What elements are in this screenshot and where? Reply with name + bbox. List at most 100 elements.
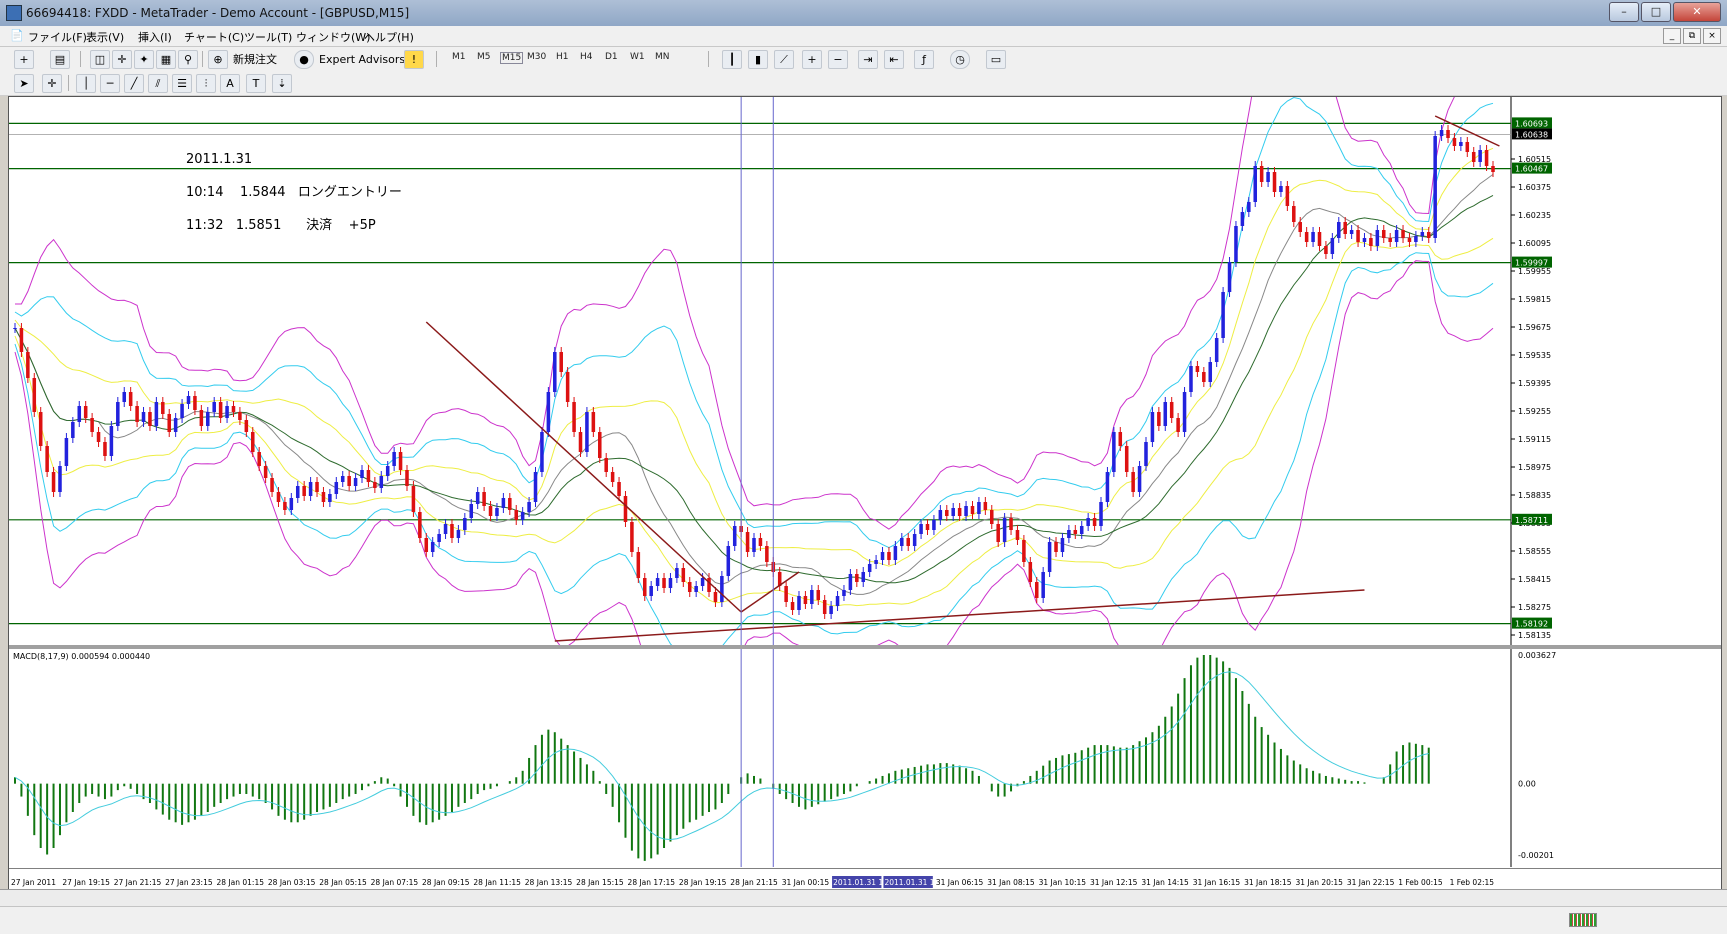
minimize-button[interactable]: – — [1609, 2, 1639, 22]
macd-pane[interactable]: MACD(8,17,9) 0.000594 0.000440 0.003627 0.… — [9, 649, 1721, 867]
timeframe-w1[interactable]: W1 — [630, 52, 645, 62]
candle-body — [623, 496, 628, 522]
templates-icon[interactable]: ▭ — [986, 50, 1006, 69]
market-watch-icon[interactable]: ◫ — [90, 50, 110, 69]
expert-advisors-button[interactable]: Expert Advisors — [314, 50, 410, 69]
chart-window[interactable]: 1.60515 1.60375 1.60235 1.60095 1.59955 1.598… — [8, 96, 1722, 895]
trendline-icon[interactable]: ╱ — [124, 74, 144, 93]
timeframe-m30[interactable]: M30 — [527, 52, 546, 62]
auto-scroll-icon[interactable]: ⇥ — [858, 50, 878, 69]
candle-body — [154, 402, 159, 426]
level-tag-label: 1.59997 — [1515, 259, 1548, 268]
fibonacci-icon[interactable]: ☰ — [172, 74, 192, 93]
candle-body — [572, 402, 576, 432]
mdi-minimize-button[interactable]: _ — [1663, 28, 1681, 44]
time-tick-label: 28 Jan 09:15 — [422, 878, 470, 887]
candle-body — [546, 392, 551, 432]
candle-body — [945, 510, 949, 516]
candle-body — [180, 404, 184, 418]
cursor-icon[interactable]: ➤ — [14, 74, 34, 93]
candle-body — [495, 508, 499, 516]
candle-body — [148, 412, 152, 426]
price-tick-label: 1.59255 — [1518, 407, 1551, 416]
candle-body — [1202, 372, 1206, 382]
menu-window[interactable]: ウィンドウ(W) — [296, 29, 370, 45]
price-tick-label: 1.58835 — [1518, 491, 1551, 500]
time-tick-label: 31 Jan 22:15 — [1347, 878, 1395, 887]
menu-file[interactable]: ファイル(F) — [28, 29, 87, 45]
candle-body — [64, 438, 69, 466]
candle-body — [964, 506, 968, 516]
candle-body — [1478, 150, 1482, 162]
mdi-restore-button[interactable]: ⧉ — [1683, 28, 1701, 44]
candle-body — [244, 420, 249, 432]
menu-view[interactable]: 表示(V) — [86, 29, 124, 45]
data-window-icon[interactable]: ✛ — [112, 50, 132, 69]
text-tool-icon[interactable]: A — [220, 74, 240, 93]
line-chart-icon[interactable]: ⟋ — [774, 50, 794, 69]
maximize-button[interactable]: □ — [1641, 2, 1671, 22]
candle-body — [167, 414, 171, 432]
bar-chart-icon[interactable]: ┃ — [722, 50, 742, 69]
menu-insert[interactable]: 挿入(I) — [138, 29, 172, 45]
equidistant-channel-icon[interactable]: ⫽ — [148, 74, 168, 93]
candle-body — [161, 402, 165, 414]
warning-icon[interactable]: ! — [404, 50, 424, 69]
metatrader-app-icon — [6, 5, 22, 21]
candle-body — [1459, 142, 1463, 146]
candle-body — [1054, 542, 1058, 552]
menu-tools[interactable]: ツール(T) — [244, 29, 292, 45]
menu-chart[interactable]: チャート(C) — [184, 29, 244, 45]
candle-body — [803, 596, 808, 604]
indicators-icon[interactable]: ƒ — [914, 50, 934, 69]
terminal-icon[interactable]: ▦ — [156, 50, 176, 69]
candle-body — [302, 486, 306, 496]
crosshair-icon[interactable]: ✛ — [42, 74, 62, 93]
moving-average-green — [14, 194, 1494, 584]
candle-body — [520, 512, 525, 520]
timeframe-h4[interactable]: H4 — [580, 52, 593, 62]
expert-advisors-icon[interactable]: ● — [294, 50, 314, 69]
profiles-icon[interactable]: ▤ — [50, 50, 70, 69]
timeframe-m1[interactable]: M1 — [452, 52, 466, 62]
new-order-icon[interactable]: ⊕ — [208, 50, 228, 69]
candle-body — [925, 524, 930, 530]
candle-body — [630, 522, 634, 552]
chart-shift-icon[interactable]: ⇤ — [884, 50, 904, 69]
strategy-tester-icon[interactable]: ⚲ — [178, 50, 198, 69]
candle-body — [77, 406, 82, 422]
price-chart[interactable]: 1.605151.603751.602351.600951.599551.598… — [9, 97, 1721, 645]
candle-body — [919, 524, 923, 534]
mdi-close-button[interactable]: × — [1703, 28, 1721, 44]
timeframe-m5[interactable]: M5 — [477, 52, 491, 62]
close-button[interactable]: ✕ — [1673, 2, 1721, 22]
macd-label: MACD(8,17,9) 0.000594 0.000440 — [13, 652, 150, 661]
timeframe-h1[interactable]: H1 — [556, 52, 569, 62]
candlestick-icon[interactable]: ▮ — [748, 50, 768, 69]
menu-help[interactable]: ヘルプ(H) — [364, 29, 414, 45]
candle-body — [604, 458, 608, 472]
periods-clock-icon[interactable]: ◷ — [950, 50, 970, 69]
timeframe-d1[interactable]: D1 — [605, 52, 618, 62]
timeframe-m15[interactable]: M15 — [500, 52, 524, 64]
new-order-button[interactable]: 新規注文 — [228, 50, 282, 69]
candle-body — [32, 378, 37, 412]
navigator-icon[interactable]: ✦ — [134, 50, 154, 69]
gann-fan-icon[interactable]: ⫶ — [196, 74, 216, 93]
horizontal-line-icon[interactable]: ─ — [100, 74, 120, 93]
candle-body — [238, 412, 242, 420]
candle-body — [1079, 526, 1084, 534]
price-tick-label: 1.59395 — [1518, 379, 1551, 388]
arrows-icon[interactable]: ⇣ — [272, 74, 292, 93]
new-chart-icon[interactable]: + — [14, 50, 34, 69]
candle-body — [257, 452, 261, 466]
candle-body — [250, 432, 255, 452]
zoom-out-icon[interactable]: − — [828, 50, 848, 69]
text-label-icon[interactable]: T — [246, 74, 266, 93]
vertical-line-icon[interactable]: │ — [76, 74, 96, 93]
time-tick-label: 31 Jan 18:15 — [1244, 878, 1292, 887]
timeframe-mn[interactable]: MN — [655, 52, 670, 62]
candle-body — [1420, 232, 1425, 236]
candle-body — [758, 538, 763, 546]
zoom-in-icon[interactable]: + — [802, 50, 822, 69]
